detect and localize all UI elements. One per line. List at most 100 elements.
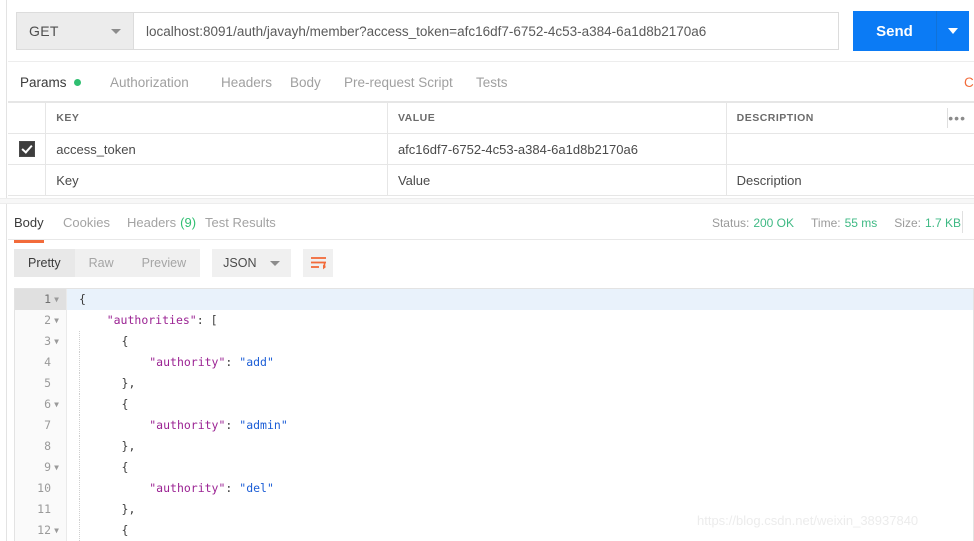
code-text: {	[67, 394, 128, 415]
response-tab-body[interactable]: Body	[14, 205, 44, 243]
tab-params-label: Params	[20, 74, 67, 90]
param-enabled-checkbox[interactable]	[18, 141, 35, 158]
code-text: "authority": "admin"	[67, 415, 288, 436]
code-text: },	[67, 436, 135, 457]
response-format-label: JSON	[223, 256, 257, 270]
chevron-down-icon	[270, 260, 281, 266]
line-number: 3 ▼	[15, 331, 67, 352]
fold-toggle-icon[interactable]: ▼	[51, 457, 62, 478]
row-checkbox-cell[interactable]	[8, 133, 47, 165]
row-checkbox-cell-empty[interactable]	[8, 164, 47, 196]
code-text: {	[67, 331, 128, 352]
tab-tests-label: Tests	[476, 74, 508, 90]
line-number: 11	[15, 499, 67, 520]
column-header-key: KEY	[45, 102, 388, 134]
response-view-toolbar: Pretty Raw Preview JSON	[14, 249, 334, 277]
response-tab-test-results[interactable]: Test Results	[205, 205, 276, 240]
postman-window: GET localhost:8091/auth/javayh/member?ac…	[0, 0, 974, 541]
time-value: 55 ms	[844, 215, 878, 230]
send-options-button[interactable]	[937, 11, 969, 51]
code-line: 10 "authority": "del"	[15, 478, 973, 499]
cookies-link[interactable]: Cookies	[964, 62, 974, 102]
response-tab-test-results-label: Test Results	[205, 215, 276, 230]
select-all-column-header	[8, 102, 47, 134]
http-method-selector[interactable]: GET	[16, 12, 133, 50]
line-number: 12 ▼	[15, 520, 67, 541]
line-number: 10	[15, 478, 67, 499]
status-value: 200 OK	[753, 215, 795, 230]
param-description-input-placeholder[interactable]: Description	[726, 164, 974, 196]
table-row: Key Value Description	[8, 164, 974, 196]
fold-toggle-icon[interactable]: ▼	[51, 331, 62, 352]
line-number: 8	[15, 436, 67, 457]
code-line: 3 ▼ {	[15, 331, 973, 352]
param-value-input-placeholder[interactable]: Value	[387, 164, 727, 196]
size-group: Size: 1.7 KB	[894, 216, 961, 230]
chevron-down-icon	[111, 28, 121, 34]
tab-tests[interactable]: Tests	[476, 62, 508, 102]
size-value: 1.7 KB	[924, 215, 961, 230]
code-text: "authority": "add"	[67, 352, 274, 373]
code-line: 9 ▼ {	[15, 457, 973, 478]
code-line: 8 },	[15, 436, 973, 457]
word-wrap-button[interactable]	[303, 249, 334, 277]
http-method-label: GET	[29, 23, 59, 39]
tab-body-label: Body	[290, 74, 321, 90]
fold-toggle-icon[interactable]: ▼	[51, 520, 62, 541]
column-header-description: DESCRIPTION	[726, 102, 974, 134]
code-text: "authority": "del"	[67, 478, 274, 499]
line-number: 2 ▼	[15, 310, 67, 331]
line-number: 5	[15, 373, 67, 394]
word-wrap-icon	[310, 257, 326, 270]
query-params-table: KEY VALUE DESCRIPTION access_token afc16…	[8, 102, 974, 196]
view-mode-preview[interactable]: Preview	[128, 249, 200, 277]
tab-pre-request-script-label: Pre-request Script	[344, 74, 453, 90]
param-description-cell[interactable]	[726, 133, 974, 165]
fold-toggle-icon[interactable]: ▼	[51, 394, 62, 415]
request-url-input[interactable]: localhost:8091/auth/javayh/member?access…	[133, 12, 839, 50]
tab-authorization[interactable]: Authorization	[110, 62, 189, 102]
tab-authorization-label: Authorization	[110, 74, 189, 90]
size-label: Size:	[894, 215, 921, 230]
param-key-input-placeholder[interactable]: Key	[45, 164, 388, 196]
response-tabs: Body Cookies Headers (9) Test Results Sta…	[8, 205, 974, 243]
fold-toggle-icon[interactable]: ▼	[51, 310, 62, 331]
fold-toggle-icon[interactable]: ▼	[51, 289, 62, 310]
response-format-selector[interactable]: JSON	[212, 249, 292, 277]
response-body-editor[interactable]: 1 ▼{2 ▼ "authorities": [3 ▼ {4 "authority":…	[14, 288, 974, 541]
table-row: access_token afc16df7-6752-4c53-a384-6a1…	[8, 133, 974, 165]
response-tab-cookies[interactable]: Cookies	[63, 205, 110, 240]
param-value-cell[interactable]: afc16df7-6752-4c53-a384-6a1d8b2170a6	[387, 133, 727, 165]
meta-divider	[962, 211, 963, 233]
line-number: 7	[15, 415, 67, 436]
ellipsis-icon[interactable]: •••	[948, 111, 966, 125]
code-text: },	[67, 499, 135, 520]
left-rail	[0, 0, 7, 541]
column-header-value: VALUE	[387, 102, 727, 134]
code-line: 7 "authority": "admin"	[15, 415, 973, 436]
response-tab-body-label: Body	[14, 215, 44, 230]
tab-headers-label: Headers	[221, 74, 273, 90]
code-line: 1 ▼ {	[15, 289, 973, 310]
tab-pre-request-script[interactable]: Pre-request Script	[344, 62, 453, 102]
param-key-cell[interactable]: access_token	[45, 133, 388, 165]
line-number: 4	[15, 352, 67, 373]
params-modified-dot-icon	[73, 78, 81, 86]
code-line: 6 ▼ {	[15, 394, 973, 415]
code-text: {	[67, 457, 128, 478]
chevron-down-icon	[948, 28, 958, 34]
code-line: 11 },	[15, 499, 973, 520]
tab-params[interactable]: Params	[20, 62, 81, 105]
tab-body[interactable]: Body	[290, 62, 321, 102]
request-url-bar: GET localhost:8091/auth/javayh/member?ac…	[8, 0, 974, 62]
code-line: 2 ▼ "authorities": [	[15, 310, 973, 331]
send-button[interactable]: Send	[853, 11, 937, 51]
line-number: 1 ▼	[15, 289, 67, 310]
view-mode-pretty[interactable]: Pretty	[14, 249, 75, 277]
code-line: 12 ▼ {	[15, 520, 973, 541]
code-text: "authorities": [	[106, 313, 218, 327]
tab-headers[interactable]: Headers	[221, 62, 272, 102]
view-mode-raw[interactable]: Raw	[75, 249, 128, 277]
time-group: Time: 55 ms	[811, 216, 877, 230]
response-tab-headers[interactable]: Headers (9)	[127, 205, 196, 240]
